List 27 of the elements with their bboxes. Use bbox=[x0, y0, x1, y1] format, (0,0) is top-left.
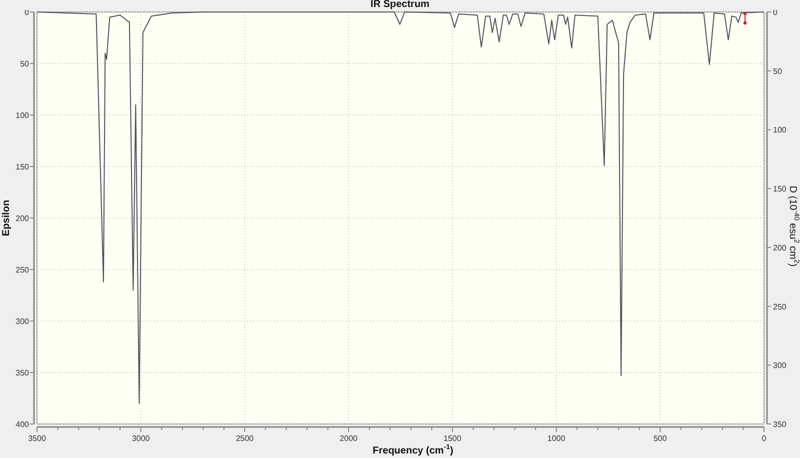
y-tick-label: 300 bbox=[16, 317, 29, 326]
y-tick-label: 50 bbox=[20, 60, 29, 68]
y-tick-label: 400 bbox=[16, 420, 29, 429]
y-tick-label: 150 bbox=[16, 162, 29, 172]
y-tick-label: 100 bbox=[16, 111, 29, 120]
y2-tick-label: 350 bbox=[773, 420, 786, 429]
y2-tick-label: 100 bbox=[773, 126, 786, 135]
x-tick-label: 3500 bbox=[28, 434, 46, 442]
x-tick-label: 0 bbox=[762, 434, 766, 442]
y2-tick-label: 250 bbox=[773, 302, 786, 312]
y-tick-label: 350 bbox=[16, 368, 29, 378]
y2-tick-label: 200 bbox=[773, 243, 786, 252]
marker-icon[interactable] bbox=[743, 12, 747, 25]
x-tick-label: 2000 bbox=[340, 434, 358, 442]
x-tick-label: 2500 bbox=[236, 434, 254, 442]
y2-tick-label: 300 bbox=[773, 361, 786, 370]
x-tick-label: 500 bbox=[653, 434, 667, 442]
x-tick-label: 1000 bbox=[547, 434, 566, 442]
y-tick-label: 200 bbox=[16, 214, 29, 223]
y-tick-label: 250 bbox=[16, 266, 29, 274]
y-axis-label: Epsilon bbox=[1, 200, 12, 236]
x-tick-label: 3000 bbox=[132, 434, 150, 442]
y2-tick-label: 150 bbox=[773, 184, 786, 194]
y2-tick-label: 50 bbox=[773, 66, 782, 76]
chart-title: IR Spectrum bbox=[370, 0, 430, 10]
x-axis-label: Frequency (cm$^{-1}$) bbox=[372, 443, 454, 458]
x-tick-label: 1500 bbox=[444, 434, 462, 442]
